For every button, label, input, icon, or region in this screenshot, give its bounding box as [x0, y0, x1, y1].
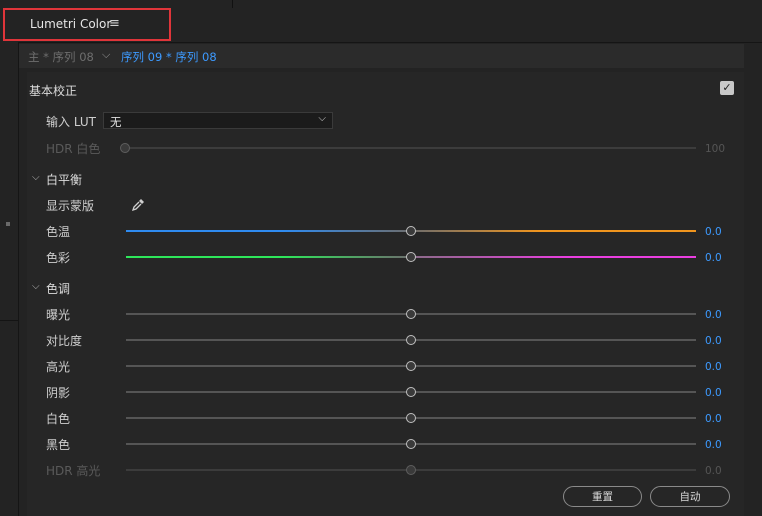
blacks-label: 黑色	[46, 438, 71, 452]
contrast-slider-handle[interactable]	[406, 335, 416, 345]
exposure-value[interactable]: 0.0	[705, 309, 722, 321]
basic-correction-enable-checkbox[interactable]: ✓	[720, 81, 734, 95]
shadows-value[interactable]: 0.0	[705, 387, 722, 399]
basic-correction-title[interactable]: 基本校正	[29, 82, 77, 99]
contrast-value[interactable]: 0.0	[705, 335, 722, 347]
whites-slider-handle[interactable]	[406, 413, 416, 423]
hdr-highlights-value: 0.0	[705, 465, 722, 477]
top-strip	[0, 0, 762, 8]
temperature-value[interactable]: 0.0	[705, 226, 722, 238]
whites-label: 白色	[46, 412, 71, 426]
white-balance-title[interactable]: 白平衡	[46, 171, 82, 188]
hdr-white-value: 100	[705, 143, 726, 155]
white-balance-twisty-icon[interactable]: ⌵	[32, 172, 40, 183]
highlight-box	[3, 8, 171, 41]
tint-slider-handle[interactable]	[406, 252, 416, 262]
auto-button[interactable]: 自动	[650, 486, 730, 507]
input-lut-label: 输入 LUT	[46, 115, 97, 129]
tone-title[interactable]: 色调	[46, 280, 70, 297]
tint-label: 色彩	[46, 251, 71, 265]
tint-track-right	[411, 256, 696, 258]
hdr-highlights-slider-handle	[406, 465, 416, 475]
hdr-white-handle	[120, 143, 130, 153]
chevron-down-icon: ⌵	[318, 113, 326, 124]
blacks-value[interactable]: 0.0	[705, 439, 722, 451]
tone-twisty-icon[interactable]: ⌵	[32, 281, 40, 292]
master-clip-label[interactable]: 主 * 序列 08	[28, 49, 94, 65]
shadows-label: 阴影	[46, 386, 71, 400]
chevron-down-icon[interactable]: ⌵	[102, 48, 110, 62]
input-lut-value: 无	[110, 115, 122, 129]
temperature-track-left	[126, 230, 411, 232]
eyedropper-icon[interactable]	[130, 197, 146, 213]
temperature-label: 色温	[46, 225, 71, 239]
left-panel-edge	[0, 42, 19, 516]
highlights-value[interactable]: 0.0	[705, 361, 722, 373]
active-sequence-label[interactable]: 序列 09 * 序列 08	[121, 49, 217, 65]
input-lut-select[interactable]: 无 ⌵	[103, 112, 333, 129]
blacks-slider-handle[interactable]	[406, 439, 416, 449]
hdr-highlights-label: HDR 高光	[46, 464, 101, 478]
whites-value[interactable]: 0.0	[705, 413, 722, 425]
shadows-slider-handle[interactable]	[406, 387, 416, 397]
basic-correction-section	[27, 72, 744, 516]
temperature-slider-handle[interactable]	[406, 226, 416, 236]
highlights-label: 高光	[46, 360, 71, 374]
exposure-slider-handle[interactable]	[406, 309, 416, 319]
reset-button[interactable]: 重置	[563, 486, 642, 507]
hdr-white-label: HDR 白色	[46, 142, 101, 156]
temperature-track-right	[411, 230, 696, 232]
highlights-slider-handle[interactable]	[406, 361, 416, 371]
show-mask-label: 显示蒙版	[46, 199, 95, 213]
tint-track-left	[126, 256, 411, 258]
exposure-label: 曝光	[46, 308, 71, 322]
contrast-label: 对比度	[46, 334, 83, 348]
hdr-white-track	[126, 147, 696, 149]
tint-value[interactable]: 0.0	[705, 252, 722, 264]
